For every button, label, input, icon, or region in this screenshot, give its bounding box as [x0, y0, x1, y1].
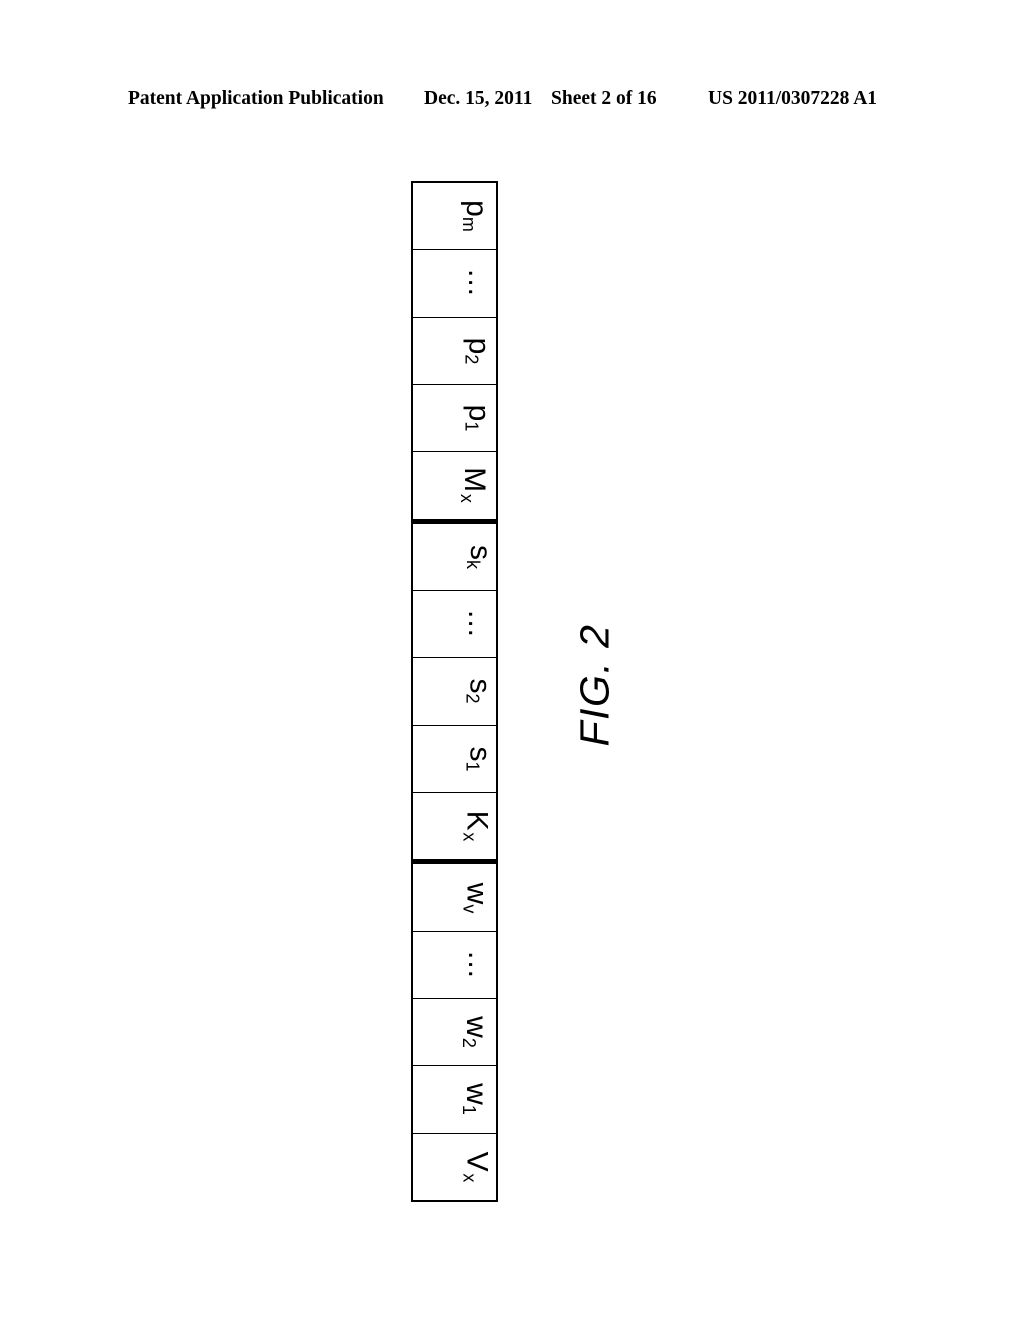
memory-cell: s2: [413, 657, 497, 725]
memory-cell-symbol: pm: [459, 200, 494, 232]
memory-cell-label: Mx: [456, 452, 492, 518]
memory-cell-label: w2: [459, 999, 494, 1065]
memory-cell-symbol: w2: [459, 1016, 494, 1048]
figure-2: pm... p2 p1 Mx sk... s2 s1 Kx wv... w2 w1 Vx FIG. 2: [0, 0, 1024, 1320]
memory-cell-label: s1: [462, 726, 497, 792]
memory-layout-column: pm... p2 p1 Mx sk... s2 s1 Kx wv... w2 w1 Vx: [411, 181, 498, 1202]
memory-cell-symbol: wv: [459, 882, 494, 913]
memory-cell-label: pm: [459, 183, 494, 249]
memory-cell: Mx: [413, 451, 496, 519]
memory-cell-label: Kx: [459, 793, 494, 859]
memory-group-m-section: pm... p2 p1 Mx: [413, 183, 496, 519]
memory-group-v-section: wv... w2 w1 Vx: [413, 859, 496, 1200]
memory-cell: ...: [413, 590, 496, 658]
memory-cell-label: ...: [461, 250, 495, 316]
memory-cell-symbol: ...: [461, 950, 495, 979]
memory-cell: s1: [413, 724, 497, 792]
memory-cell-symbol: sk: [463, 544, 497, 569]
memory-cell: p1: [413, 383, 496, 452]
memory-cell: w1: [413, 1065, 496, 1133]
memory-group-k-section: sk... s2 s1 Kx: [413, 518, 497, 860]
memory-cell-symbol: w1: [459, 1083, 494, 1116]
memory-cell-symbol: p2: [461, 337, 496, 365]
memory-cell-label: p1: [461, 385, 496, 451]
memory-cell-symbol: Vx: [459, 1151, 494, 1183]
memory-cell-label: ...: [461, 932, 495, 998]
memory-cell: pm: [413, 183, 496, 250]
memory-cell-symbol: p1: [461, 404, 496, 432]
memory-cell-symbol: ...: [461, 610, 495, 639]
memory-cell-label: sk: [463, 524, 497, 590]
memory-cell: ...: [413, 930, 496, 998]
memory-cell-symbol: ...: [461, 269, 495, 298]
memory-cell: w2: [413, 998, 496, 1066]
memory-cell: Vx: [413, 1132, 496, 1200]
memory-cell: p2: [413, 316, 496, 384]
memory-cell-label: wv: [459, 864, 494, 930]
memory-cell-label: Vx: [459, 1134, 494, 1200]
memory-cell: wv: [413, 864, 496, 931]
memory-cell-label: p2: [461, 318, 496, 384]
memory-cell-label: s2: [462, 658, 497, 724]
memory-cell-symbol: Mx: [457, 467, 492, 504]
figure-caption-text: FIG. 2: [571, 623, 618, 747]
memory-cell-symbol: s2: [462, 678, 497, 704]
memory-cell: Kx: [413, 791, 496, 860]
memory-cell-label: w1: [459, 1066, 494, 1132]
memory-cell: sk: [413, 523, 497, 590]
memory-cell: ...: [413, 249, 496, 317]
memory-cell-symbol: Kx: [459, 810, 494, 842]
memory-cell-symbol: s1: [462, 746, 497, 772]
memory-cell-label: ...: [461, 591, 495, 657]
